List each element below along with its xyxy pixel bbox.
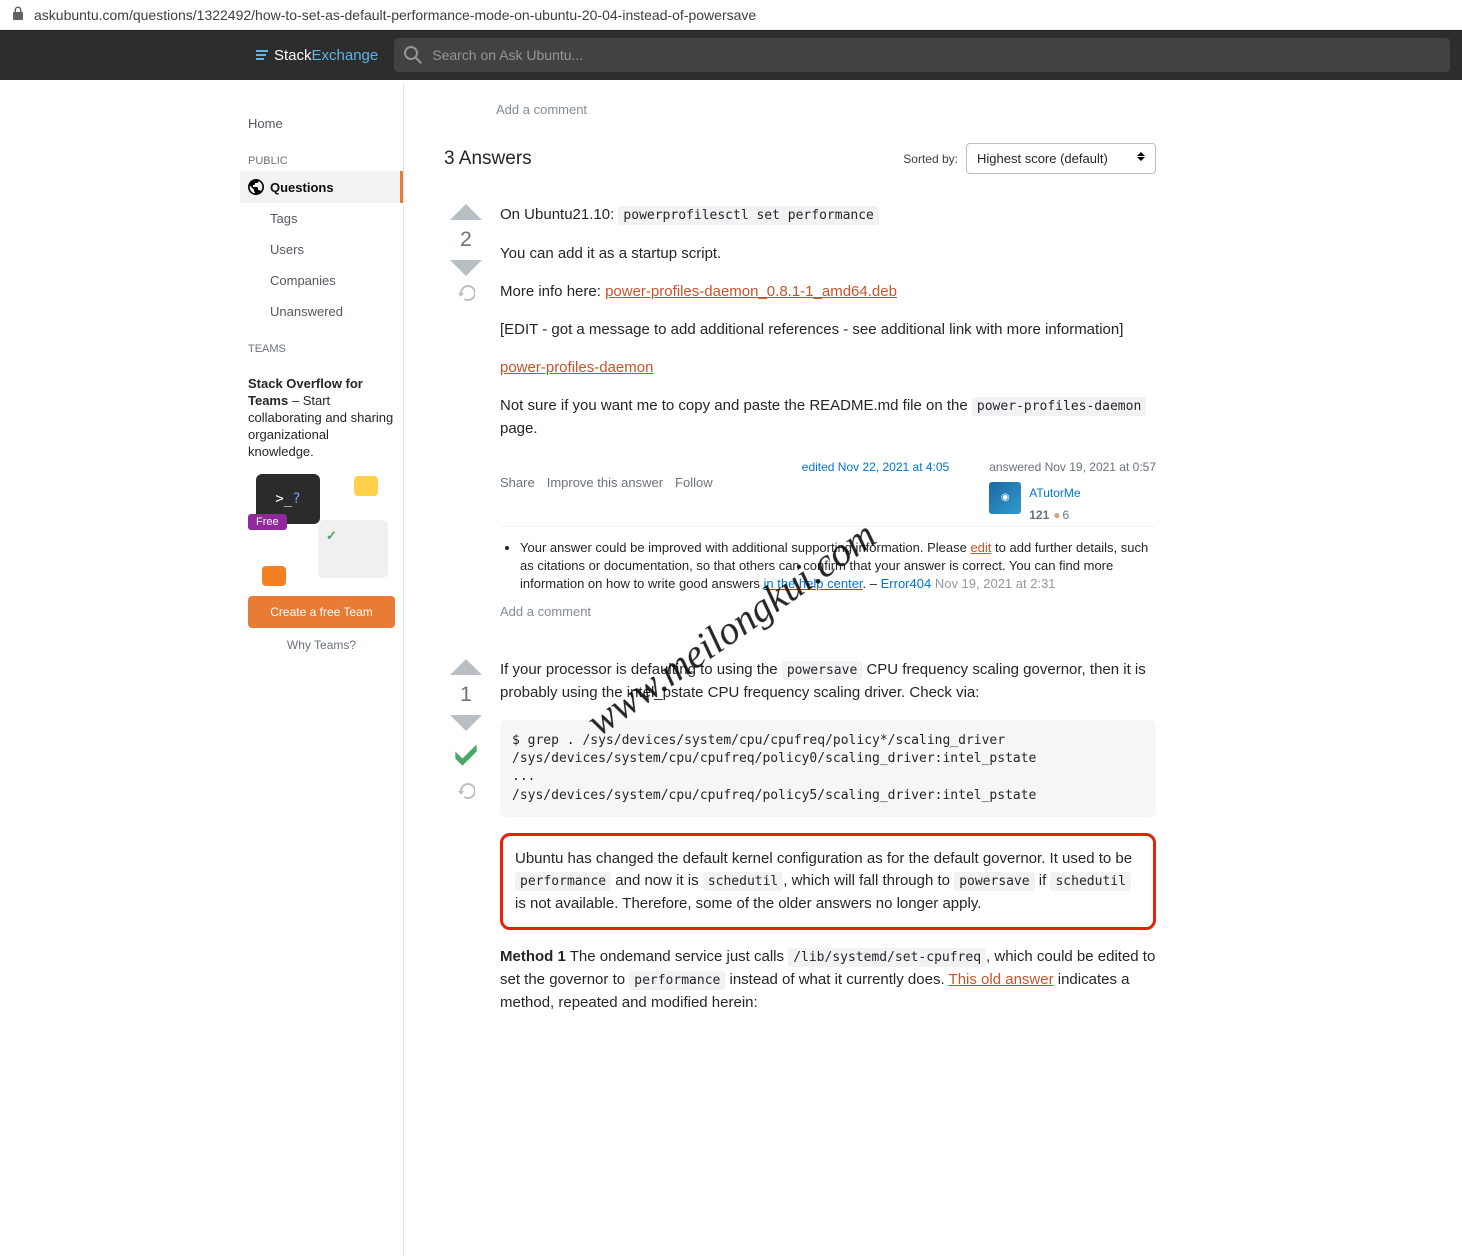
address-bar: askubuntu.com/questions/1322492/how-to-s… bbox=[0, 0, 1462, 30]
inline-code: powerprofilesctl set performance bbox=[618, 206, 878, 225]
nav-questions[interactable]: Questions bbox=[240, 171, 403, 203]
inline-code: /lib/systemd/set-cpufreq bbox=[788, 948, 986, 967]
ppd-link[interactable]: power-profiles-daemon bbox=[500, 359, 653, 376]
left-sidebar: Home PUBLIC Questions Tags Users Compani… bbox=[240, 84, 404, 1256]
teams-promo: Stack Overflow for Teams – Start collabo… bbox=[240, 359, 403, 668]
answer-body: If your processor is defaulting to using… bbox=[500, 659, 1156, 1030]
why-teams-link[interactable]: Why Teams? bbox=[248, 638, 395, 652]
inline-code: performance bbox=[629, 971, 725, 990]
accepted-check-icon bbox=[450, 739, 482, 774]
code-block: $ grep . /sys/devices/system/cpu/cpufreq… bbox=[500, 720, 1156, 817]
vote-column: 1 bbox=[444, 659, 488, 1030]
answer-2: 1 If your processor is defaulting to usi… bbox=[444, 655, 1156, 1046]
old-answer-link[interactable]: This old answer bbox=[949, 971, 1054, 988]
user-name-link[interactable]: ATutorMe bbox=[1029, 482, 1080, 504]
deb-link[interactable]: power-profiles-daemon_0.8.1-1_amd64.deb bbox=[605, 283, 897, 300]
nav-tags[interactable]: Tags bbox=[240, 203, 403, 234]
answer-body: On Ubuntu21.10: powerprofilesctl set per… bbox=[500, 204, 1156, 639]
help-center-link[interactable]: in the help center bbox=[764, 576, 863, 591]
user-reputation: 1216 bbox=[1029, 504, 1080, 526]
search-input[interactable] bbox=[422, 39, 1440, 71]
teams-illustration: >_? Free bbox=[248, 470, 388, 586]
nav-heading-teams: TEAMS bbox=[240, 327, 403, 359]
commenter-link[interactable]: Error404 bbox=[881, 576, 932, 591]
follow-link[interactable]: Follow bbox=[675, 472, 713, 494]
url-text: askubuntu.com/questions/1322492/how-to-s… bbox=[34, 7, 756, 23]
sort-select[interactable]: Highest score (default) bbox=[966, 143, 1156, 174]
answers-count: 3 Answers bbox=[444, 148, 532, 170]
answer-1: 2 On Ubuntu21.10: powerprofilesctl set p… bbox=[444, 188, 1156, 655]
answers-header: 3 Answers Sorted by: Highest score (defa… bbox=[444, 133, 1156, 188]
improve-link[interactable]: Improve this answer bbox=[547, 472, 663, 494]
downvote-button[interactable] bbox=[450, 715, 482, 731]
search-icon bbox=[404, 46, 422, 64]
nav-unanswered[interactable]: Unanswered bbox=[240, 296, 403, 327]
teams-title: Stack Overflow for Teams – Start collabo… bbox=[248, 375, 395, 460]
history-icon[interactable] bbox=[457, 284, 475, 305]
comment-edit-link[interactable]: edit bbox=[970, 540, 991, 555]
user-card: answered Nov 19, 2021 at 0:57 ◉ ATutorMe… bbox=[989, 456, 1156, 526]
lock-icon bbox=[12, 6, 24, 23]
nav-home[interactable]: Home bbox=[240, 108, 403, 139]
vote-count: 1 bbox=[460, 683, 472, 707]
topbar: StackExchange bbox=[0, 30, 1462, 80]
vote-column: 2 bbox=[444, 204, 488, 639]
comments: Your answer could be improved with addit… bbox=[500, 526, 1156, 595]
comment-time: Nov 19, 2021 at 2:31 bbox=[935, 576, 1056, 591]
search-wrapper[interactable] bbox=[394, 38, 1450, 72]
answered-time: answered Nov 19, 2021 at 0:57 bbox=[989, 456, 1156, 478]
upvote-button[interactable] bbox=[450, 659, 482, 675]
inline-code: power-profiles-daemon bbox=[972, 397, 1146, 416]
add-comment-link[interactable]: Add a comment bbox=[444, 96, 1156, 133]
globe-icon bbox=[248, 179, 264, 195]
comment-item: Your answer could be improved with addit… bbox=[520, 537, 1156, 595]
se-icon bbox=[256, 50, 268, 60]
main-content: Add a comment 3 Answers Sorted by: Highe… bbox=[420, 80, 1180, 1070]
edited-link[interactable]: edited Nov 22, 2021 at 4:05 bbox=[802, 456, 949, 526]
nav-heading-public: PUBLIC bbox=[240, 139, 403, 171]
nav-users[interactable]: Users bbox=[240, 234, 403, 265]
add-comment-link[interactable]: Add a comment bbox=[500, 595, 1156, 639]
post-actions: Share Improve this answer Follow bbox=[500, 472, 713, 494]
downvote-button[interactable] bbox=[450, 260, 482, 276]
sort-label: Sorted by: bbox=[903, 152, 958, 166]
stackexchange-logo[interactable]: StackExchange bbox=[256, 47, 378, 64]
create-team-button[interactable]: Create a free Team bbox=[248, 596, 395, 628]
highlighted-box: Ubuntu has changed the default kernel co… bbox=[500, 833, 1156, 930]
history-icon[interactable] bbox=[457, 782, 475, 803]
share-link[interactable]: Share bbox=[500, 472, 535, 494]
upvote-button[interactable] bbox=[450, 204, 482, 220]
nav-companies[interactable]: Companies bbox=[240, 265, 403, 296]
vote-count: 2 bbox=[460, 228, 472, 252]
post-footer: Share Improve this answer Follow edited … bbox=[500, 456, 1156, 526]
sort-control: Sorted by: Highest score (default) bbox=[903, 143, 1156, 174]
user-avatar[interactable]: ◉ bbox=[989, 482, 1021, 514]
inline-code: powersave bbox=[782, 661, 862, 680]
